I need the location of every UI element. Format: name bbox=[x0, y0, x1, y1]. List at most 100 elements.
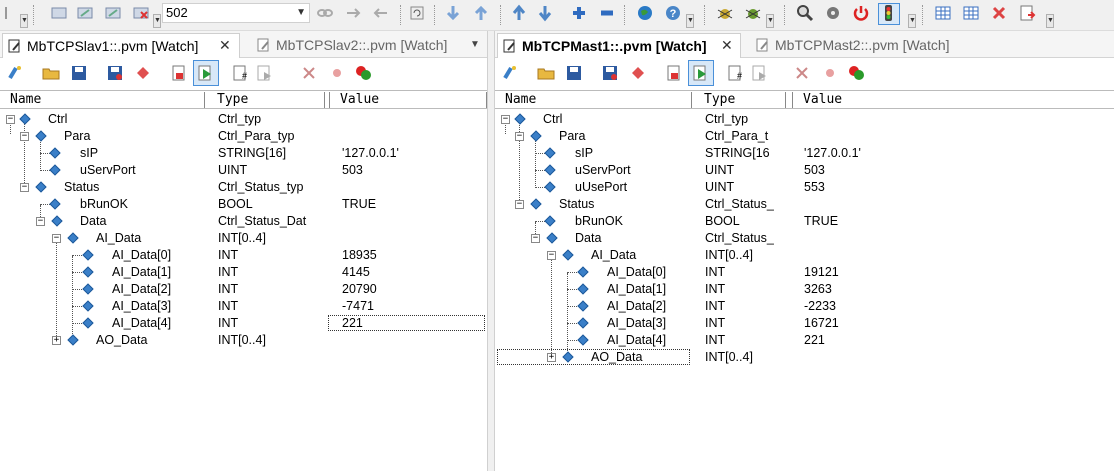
tree-row[interactable]: bRunOK BOOL TRUE bbox=[0, 196, 487, 213]
variable-value[interactable]: 503 bbox=[804, 162, 825, 179]
variable-value[interactable]: 4145 bbox=[342, 264, 370, 281]
tree-row[interactable]: uServPort UINT 503 bbox=[495, 162, 1114, 179]
record-icon[interactable] bbox=[821, 64, 839, 82]
collapse-icon[interactable]: − bbox=[6, 115, 15, 124]
tree-row[interactable]: AI_Data[2] INT -2233 bbox=[495, 298, 1114, 315]
variable-value[interactable]: 18935 bbox=[342, 247, 377, 264]
watch-value-combo[interactable]: 502 ▼ bbox=[162, 3, 310, 23]
tree-row[interactable]: bRunOK BOOL TRUE bbox=[495, 213, 1114, 230]
expand-icon[interactable]: + bbox=[547, 353, 556, 362]
power-icon[interactable] bbox=[852, 4, 870, 22]
column-header-type[interactable]: Type bbox=[694, 92, 786, 108]
tab-mbtcpmast2-watch[interactable]: MbTCPMast2::.pvm [Watch] bbox=[751, 33, 961, 58]
search-icon[interactable] bbox=[796, 4, 814, 22]
tree-row[interactable]: sIP STRING[16 '127.0.0.1' bbox=[495, 145, 1114, 162]
close-tab-icon[interactable]: ✕ bbox=[219, 37, 231, 54]
toolbar-dropdown-1[interactable]: ▼ bbox=[20, 14, 28, 28]
format-icon[interactable]: # bbox=[232, 64, 250, 82]
link-icon[interactable] bbox=[316, 4, 334, 22]
new-icon[interactable] bbox=[50, 4, 68, 22]
tree-row[interactable]: AI_Data[1] INT 3263 bbox=[495, 281, 1114, 298]
import-icon[interactable] bbox=[629, 64, 647, 82]
tree-row[interactable]: − Status Ctrl_Status_ bbox=[495, 196, 1114, 213]
chevron-down-icon[interactable]: ▼ bbox=[296, 4, 306, 22]
tree-row[interactable]: AI_Data[3] INT -7471 bbox=[0, 298, 487, 315]
collapse-icon[interactable]: − bbox=[20, 183, 29, 192]
clear-icon[interactable] bbox=[300, 64, 318, 82]
traffic-light-icon[interactable] bbox=[878, 3, 900, 25]
open-folder-icon[interactable] bbox=[537, 64, 555, 82]
import-icon[interactable] bbox=[134, 64, 152, 82]
status-lights-icon[interactable] bbox=[354, 64, 372, 82]
value-edit-focus[interactable] bbox=[328, 315, 485, 331]
tree-row[interactable]: − Data Ctrl_Status_Dat bbox=[0, 213, 487, 230]
variable-value[interactable]: '127.0.0.1' bbox=[804, 145, 861, 162]
tree-row[interactable]: − Status Ctrl_Status_typ bbox=[0, 179, 487, 196]
save-as-icon[interactable] bbox=[601, 64, 619, 82]
variable-value[interactable]: 19121 bbox=[804, 264, 839, 281]
tree-row[interactable]: − Ctrl Ctrl_typ bbox=[495, 111, 1114, 128]
column-header-name[interactable]: Name bbox=[495, 92, 692, 108]
variable-value[interactable]: -7471 bbox=[342, 298, 374, 315]
column-header-name[interactable]: Name bbox=[0, 92, 205, 108]
tree-row[interactable]: AI_Data[0] INT 19121 bbox=[495, 264, 1114, 281]
record-icon[interactable] bbox=[328, 64, 346, 82]
tree-row[interactable]: − Para Ctrl_Para_typ bbox=[0, 128, 487, 145]
tree-row[interactable]: + AO_Data INT[0..4] bbox=[0, 332, 487, 349]
insert-variable-icon[interactable] bbox=[501, 64, 519, 82]
stop-icon[interactable] bbox=[170, 64, 188, 82]
arrow-down-icon[interactable] bbox=[536, 4, 554, 22]
tab-mbtcpmast1-watch[interactable]: MbTCPMast1::.pvm [Watch] bbox=[497, 33, 741, 58]
collapse-icon[interactable]: − bbox=[36, 217, 45, 226]
toolbar-dropdown-4[interactable]: ▼ bbox=[766, 14, 774, 28]
export-icon[interactable] bbox=[1018, 4, 1036, 22]
debug-run-icon[interactable] bbox=[744, 4, 762, 22]
globe-icon[interactable] bbox=[636, 4, 654, 22]
collapse-icon[interactable]: − bbox=[515, 200, 524, 209]
column-header-value[interactable]: Value bbox=[329, 92, 487, 108]
collapse-icon[interactable]: − bbox=[52, 234, 61, 243]
arrow-up-bar-icon[interactable] bbox=[472, 4, 490, 22]
tree-row[interactable]: AI_Data[4] INT 221 bbox=[495, 332, 1114, 349]
open-icon[interactable] bbox=[76, 4, 94, 22]
tree-row[interactable]: − AI_Data INT[0..4] bbox=[0, 230, 487, 247]
variable-value[interactable]: TRUE bbox=[342, 196, 376, 213]
tab-mbtcpslav1-watch[interactable]: MbTCPSlav1::.pvm [Watch] bbox=[2, 33, 240, 58]
refresh-icon[interactable] bbox=[408, 4, 426, 22]
collapse-icon[interactable]: − bbox=[531, 234, 540, 243]
tree-row[interactable]: − Data Ctrl_Status_ bbox=[495, 230, 1114, 247]
tree-row[interactable]: AI_Data[2] INT 20790 bbox=[0, 281, 487, 298]
variable-value[interactable]: 16721 bbox=[804, 315, 839, 332]
save-icon[interactable] bbox=[104, 4, 122, 22]
tree-row[interactable]: uServPort UINT 503 bbox=[0, 162, 487, 179]
tree-row[interactable]: AI_Data[4] INT 221 bbox=[0, 315, 487, 332]
variable-value[interactable]: TRUE bbox=[804, 213, 838, 230]
variable-value[interactable]: 20790 bbox=[342, 281, 377, 298]
collapse-icon[interactable]: − bbox=[547, 251, 556, 260]
save-as-icon[interactable] bbox=[106, 64, 124, 82]
tab-list-dropdown-icon[interactable]: ▼ bbox=[470, 39, 480, 50]
refresh-icon[interactable] bbox=[751, 64, 769, 82]
save-icon[interactable] bbox=[565, 64, 583, 82]
variable-value[interactable]: 503 bbox=[342, 162, 363, 179]
toolbar-dropdown-2[interactable]: ▼ bbox=[153, 14, 161, 28]
run-icon[interactable] bbox=[688, 60, 714, 86]
close-tab-icon[interactable]: ✕ bbox=[721, 37, 733, 54]
column-header-value[interactable]: Value bbox=[792, 92, 1114, 108]
tree-row[interactable]: AI_Data[0] INT 18935 bbox=[0, 247, 487, 264]
table-grid-icon[interactable] bbox=[962, 4, 980, 22]
insert-variable-icon[interactable] bbox=[6, 64, 24, 82]
toolbar-dropdown-6[interactable]: ▼ bbox=[1046, 14, 1054, 28]
variable-value[interactable]: 553 bbox=[804, 179, 825, 196]
table-icon[interactable] bbox=[934, 4, 952, 22]
link-prev-icon[interactable] bbox=[372, 4, 390, 22]
collapse-icon[interactable]: − bbox=[515, 132, 524, 141]
tree-row[interactable]: − Ctrl Ctrl_typ bbox=[0, 111, 487, 128]
tree-row[interactable]: AI_Data[1] INT 4145 bbox=[0, 264, 487, 281]
close-icon[interactable] bbox=[990, 4, 1008, 22]
collapse-icon[interactable]: − bbox=[501, 115, 510, 124]
clear-icon[interactable] bbox=[793, 64, 811, 82]
tree-row[interactable]: − Para Ctrl_Para_t bbox=[495, 128, 1114, 145]
help-icon[interactable]: ? bbox=[664, 4, 682, 22]
collapse-icon[interactable]: − bbox=[20, 132, 29, 141]
